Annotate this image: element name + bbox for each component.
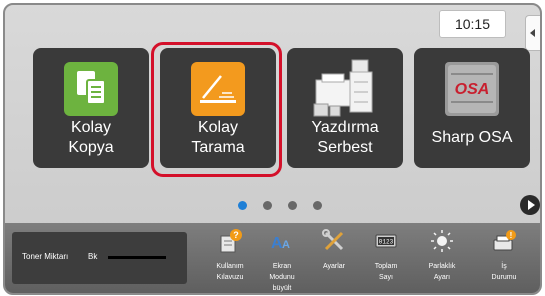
job-status-icon: ! xyxy=(493,230,516,251)
settings-button[interactable]: Ayarlar xyxy=(309,225,359,293)
button-label: Kullanım Kılavuzu xyxy=(216,263,244,281)
svg-text:OSA: OSA xyxy=(455,81,490,98)
tile-label: Kolay Kopya xyxy=(68,119,114,156)
button-label: Parlaklık Ayarı xyxy=(428,263,456,281)
svg-text:0123: 0123 xyxy=(379,239,394,246)
page-dot[interactable] xyxy=(288,201,297,210)
display-mode-icon: A A xyxy=(271,235,290,252)
osa-icon: OSA xyxy=(445,62,499,116)
counter-icon: 0123 xyxy=(375,234,397,248)
button-label: Ayarlar xyxy=(322,263,346,270)
tile-easy-copy[interactable]: Kolay Kopya xyxy=(33,48,149,168)
highlight-frame xyxy=(151,42,282,177)
button-label: Ekran Modunu büyült xyxy=(269,263,295,292)
svg-text:!: ! xyxy=(510,231,513,240)
total-count-button[interactable]: 0123 Toplam Sayı xyxy=(361,225,411,293)
user-manual-button[interactable]: ? Kullanım Kılavuzu xyxy=(205,225,255,293)
page-dot[interactable] xyxy=(313,201,322,210)
manual-icon: ? xyxy=(220,229,242,253)
tile-label: Sharp OSA xyxy=(431,129,513,146)
page-indicator xyxy=(238,197,338,215)
next-page-button[interactable] xyxy=(520,195,540,215)
home-screen: 10:15 Kolay Kopya Kolay Tarama Yazdırma … xyxy=(3,3,542,295)
clock: 10:15 xyxy=(439,10,506,38)
toner-label: Toner Miktarı xyxy=(22,252,69,261)
side-panel-tab[interactable] xyxy=(525,15,540,51)
toner-gauge xyxy=(108,256,166,259)
printer-icon xyxy=(313,59,373,117)
brightness-button[interactable]: Parlaklık Ayarı xyxy=(417,225,467,293)
job-status-button[interactable]: ! İş Durumu xyxy=(479,225,529,293)
settings-icon xyxy=(322,229,344,251)
bottom-bar: Toner Miktarı Bk ? Kullanım Kılavuzu A A… xyxy=(5,223,540,293)
tile-sharp-osa[interactable]: OSA Sharp OSA xyxy=(414,48,530,168)
brightness-icon xyxy=(431,230,453,252)
page-dot-active[interactable] xyxy=(238,201,247,210)
copy-icon xyxy=(64,62,118,116)
tile-label: Yazdırma Serbest xyxy=(311,119,379,156)
page-dot[interactable] xyxy=(263,201,272,210)
display-mode-button[interactable]: A A Ekran Modunu büyült xyxy=(257,225,307,293)
toner-panel[interactable]: Toner Miktarı Bk xyxy=(12,232,187,284)
chevron-left-icon xyxy=(530,29,535,37)
button-label: Toplam Sayı xyxy=(374,263,398,281)
svg-text:A: A xyxy=(282,239,290,251)
toner-channel: Bk xyxy=(88,252,98,261)
tile-print-release[interactable]: Yazdırma Serbest xyxy=(287,48,403,168)
button-label: İş Durumu xyxy=(491,263,517,281)
svg-text:?: ? xyxy=(233,230,239,240)
